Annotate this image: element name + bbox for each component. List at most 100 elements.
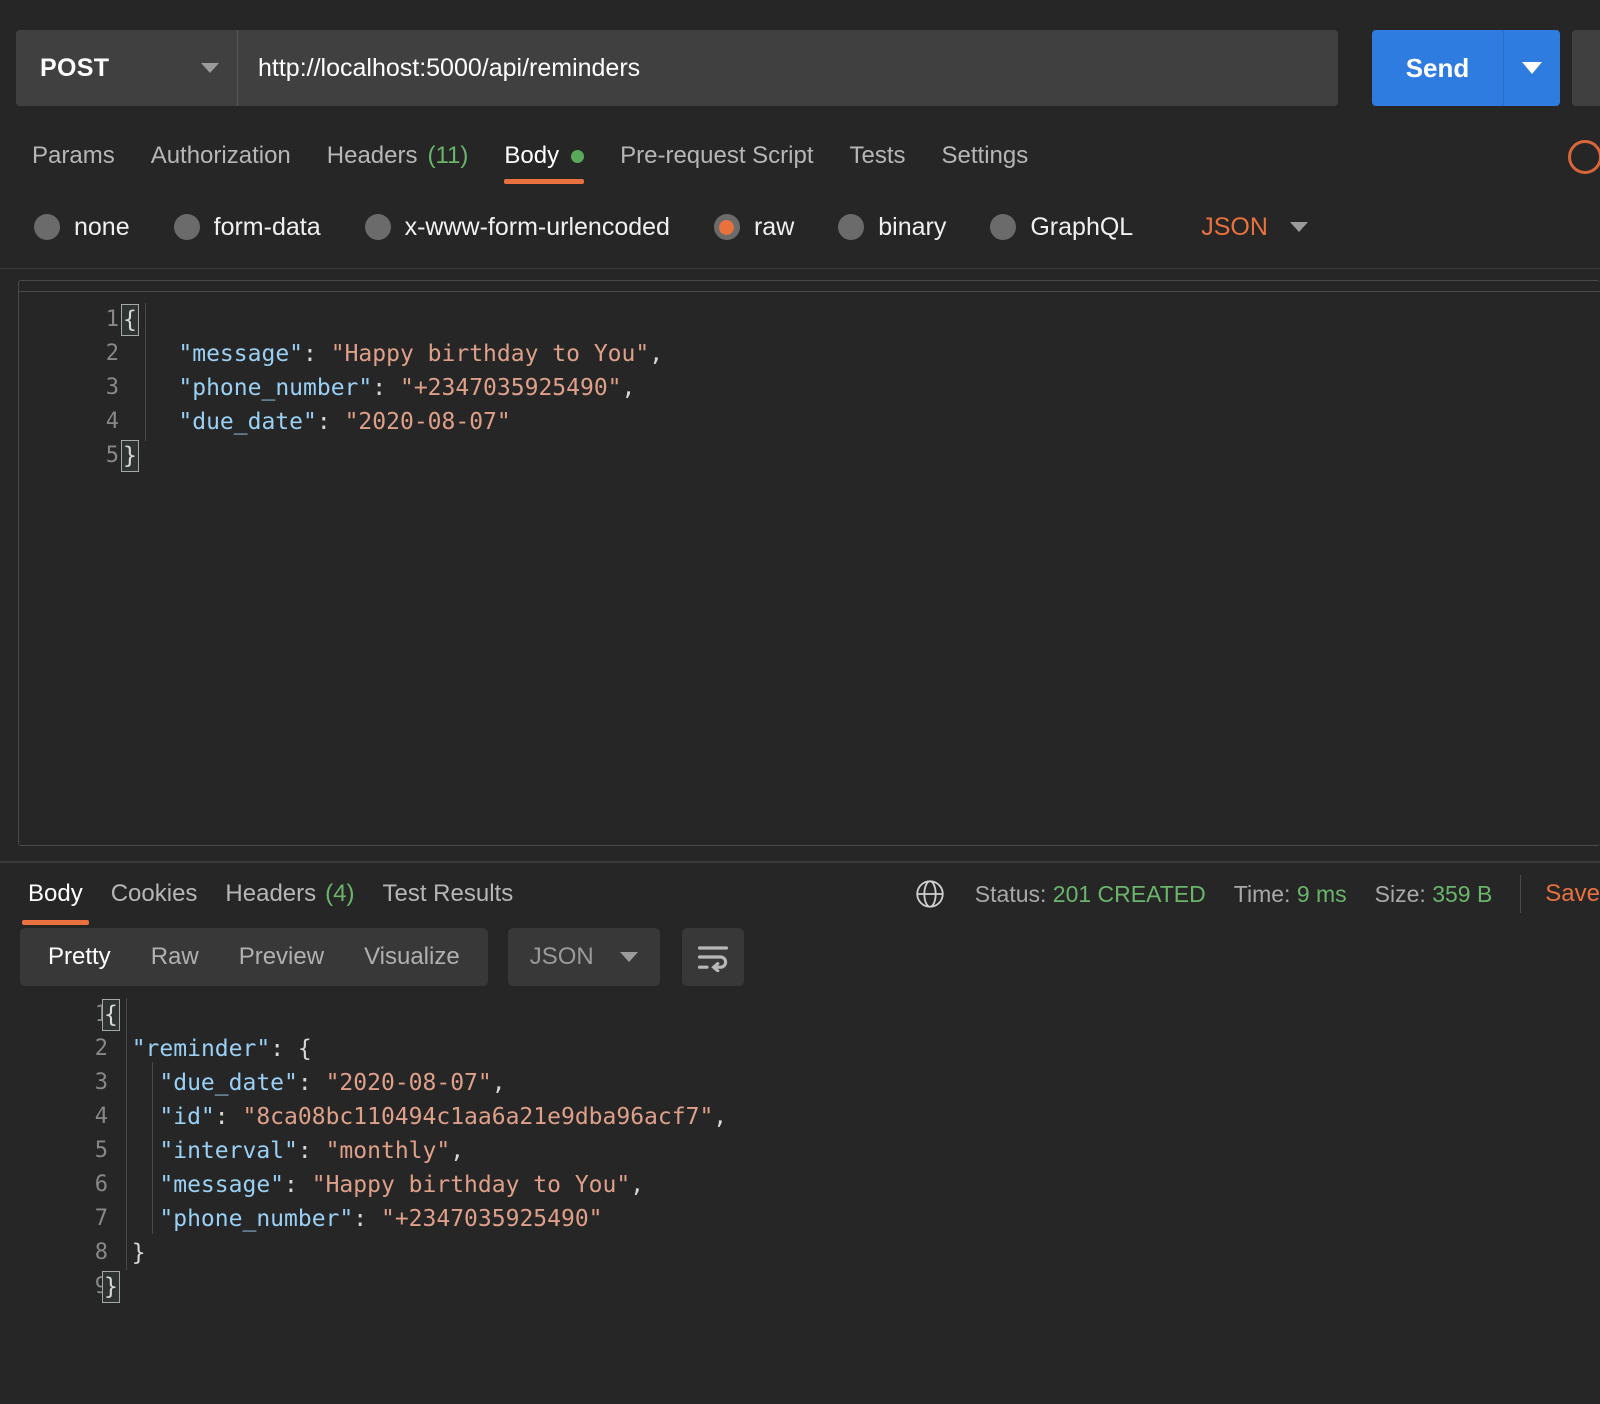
radio-button-icon <box>364 214 391 240</box>
request-tab-count: (11) <box>427 142 469 169</box>
raw-format-value: JSON <box>1201 212 1268 241</box>
bracket-highlight: { <box>102 999 120 1031</box>
code-line: 5 "interval": "monthly", <box>0 1134 1600 1168</box>
request-tab-tests[interactable]: Tests <box>832 128 924 184</box>
body-type-binary[interactable]: binary <box>838 213 946 242</box>
raw-format-select[interactable]: JSON <box>1201 213 1308 242</box>
request-tab-body[interactable]: Body <box>486 128 602 184</box>
body-type-raw[interactable]: raw <box>713 212 795 242</box>
size-value: 359 B <box>1432 880 1493 907</box>
active-tab-underline <box>504 179 585 184</box>
request-tab-headers[interactable]: Headers (11) <box>309 128 487 184</box>
code-line: 1{ <box>0 998 1600 1032</box>
line-number: 9 <box>48 1270 108 1304</box>
response-tab-test-results[interactable]: Test Results <box>368 863 527 925</box>
http-method-select[interactable]: POST <box>16 30 238 106</box>
code-token: "reminder" <box>131 1036 271 1062</box>
body-type-label: form-data <box>213 212 321 241</box>
response-body-viewer[interactable]: 1{2 "reminder": {3 "due_date": "2020-08-… <box>0 998 1600 1338</box>
code-token: "Happy birthday to You" <box>311 1172 631 1198</box>
globe-icon[interactable] <box>913 877 947 911</box>
code-token: "phone_number" <box>159 1206 354 1232</box>
code-token: , <box>713 1104 728 1130</box>
indent-guide <box>152 1062 153 1234</box>
code-line: 9} <box>0 1270 1600 1304</box>
response-body-code[interactable]: 1{2 "reminder": {3 "due_date": "2020-08-… <box>0 998 1600 1304</box>
response-view-pretty[interactable]: Pretty <box>28 928 131 986</box>
status-value: 201 CREATED <box>1052 880 1206 907</box>
indent-guide <box>126 998 127 1270</box>
body-type-form-data[interactable]: form-data <box>173 212 321 242</box>
indent-guide <box>145 303 146 441</box>
code-token: , <box>630 1172 645 1198</box>
response-tab-label: Headers <box>225 880 317 907</box>
method-url-group: POST http://localhost:5000/api/reminders <box>16 30 1338 106</box>
line-number: 5 <box>94 1138 108 1163</box>
radio-button-icon <box>173 214 200 240</box>
response-format-select[interactable]: JSON <box>507 928 660 986</box>
bracket-highlight: } <box>102 1271 120 1303</box>
code-line: 1{ <box>19 303 1600 337</box>
line-number: 2 <box>105 341 119 366</box>
body-type-label: raw <box>753 212 795 241</box>
body-type-graphql[interactable]: GraphQL <box>990 213 1133 242</box>
code-token: "due_date" <box>178 409 317 435</box>
request-body-code[interactable]: 1{2 "message": "Happy birthday to You", 3… <box>19 281 1600 473</box>
code-text: "due_date": "2020-08-07" <box>123 405 510 439</box>
request-tab-params[interactable]: Params <box>14 128 133 184</box>
url-input[interactable]: http://localhost:5000/api/reminders <box>238 30 1338 106</box>
code-token: "id" <box>159 1104 215 1130</box>
request-tab-bar: Params Authorization Headers (11) Body Pre-re… <box>0 128 1600 184</box>
code-text: "message": "Happy birthday to You", <box>104 1168 644 1202</box>
code-line: 5} <box>19 439 1600 473</box>
request-tab-pre-request-script[interactable]: Pre-request Script <box>602 128 831 184</box>
radio-button-icon <box>713 214 740 240</box>
right-edge-panel-stub <box>1572 30 1600 106</box>
request-tab-label: Tests <box>849 142 906 169</box>
request-tab-label: Body <box>504 142 560 169</box>
request-tab-label: Authorization <box>150 142 291 169</box>
line-number: 5 <box>105 443 119 468</box>
line-number: 8 <box>94 1240 108 1265</box>
time-value: 9 ms <box>1296 880 1347 907</box>
code-token: "+2347035925490" <box>380 1206 603 1232</box>
code-token: "message" <box>178 341 304 367</box>
send-options-button[interactable] <box>1504 30 1560 106</box>
code-token: , <box>491 1070 506 1096</box>
wrap-lines-icon[interactable] <box>681 928 744 986</box>
code-token: "due_date" <box>159 1070 298 1096</box>
request-tab-label: Params <box>32 142 115 169</box>
code-token: } <box>104 1240 146 1266</box>
chevron-down-icon <box>619 952 638 962</box>
response-view-raw[interactable]: Raw <box>131 928 219 986</box>
response-view-visualize[interactable]: Visualize <box>344 928 480 986</box>
code-text: "reminder": { <box>104 1032 312 1066</box>
request-tab-authorization[interactable]: Authorization <box>133 128 309 184</box>
response-tab-cookies[interactable]: Cookies <box>97 863 212 925</box>
save-response-button[interactable]: Save <box>1545 880 1600 908</box>
radio-button-icon <box>838 214 865 240</box>
response-tab-label: Test Results <box>382 880 514 907</box>
body-type-x-www-form-urlencoded[interactable]: x-www-form-urlencoded <box>364 213 670 242</box>
code-line: 8 } <box>0 1236 1600 1270</box>
code-token: "Happy birthday to You" <box>330 341 650 367</box>
line-number: 1 <box>48 998 108 1032</box>
code-token: "phone_number" <box>178 375 373 401</box>
status-label: Status: 201 CREATED <box>974 880 1206 907</box>
request-body-editor[interactable]: 1{2 "message": "Happy birthday to You", 3… <box>18 280 1600 846</box>
code-token: "interval" <box>159 1138 298 1164</box>
send-button[interactable]: Send <box>1372 30 1504 106</box>
code-text: } <box>121 439 139 473</box>
response-tab-headers[interactable]: Headers (4) <box>211 863 368 925</box>
code-text: "id": "8ca08bc110494c1aa6a21e9dba96acf7"… <box>104 1100 727 1134</box>
request-tab-settings[interactable]: Settings <box>924 128 1047 184</box>
line-number: 4 <box>105 409 119 434</box>
response-view-preview[interactable]: Preview <box>219 928 344 986</box>
response-tab-body[interactable]: Body <box>14 863 97 925</box>
body-type-none[interactable]: none <box>34 213 130 242</box>
request-tab-label: Pre-request Script <box>620 142 814 169</box>
chevron-down-icon <box>201 63 219 73</box>
cookies-icon[interactable] <box>1568 140 1600 174</box>
